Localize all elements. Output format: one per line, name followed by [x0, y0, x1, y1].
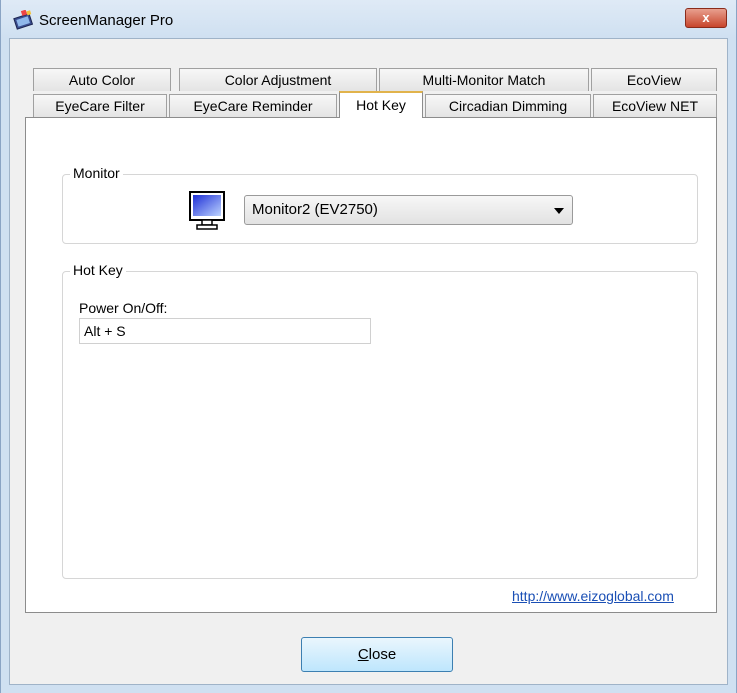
window-title: ScreenManager Pro	[39, 12, 174, 29]
app-window: ScreenManager Pro x Auto Color Color Adj…	[0, 0, 737, 693]
tab-ecoview[interactable]: EcoView	[591, 68, 717, 91]
tab-circadian-dimming[interactable]: Circadian Dimming	[425, 94, 591, 117]
hot-key-tab-panel: Monitor Monitor2 (EV2750) Hot Key Power …	[25, 117, 717, 613]
monitor-select[interactable]: Monitor2 (EV2750)	[244, 195, 573, 225]
close-icon: x	[702, 10, 710, 25]
power-on-off-label: Power On/Off:	[79, 300, 168, 316]
close-button-accelerator: C	[357, 646, 369, 663]
tab-auto-color[interactable]: Auto Color	[33, 68, 171, 91]
close-button[interactable]: Close	[301, 637, 453, 672]
power-on-off-hotkey-field[interactable]: Alt + S	[79, 318, 371, 344]
monitor-group: Monitor Monitor2 (EV2750)	[62, 165, 698, 244]
eizo-website-link[interactable]: http://www.eizoglobal.com	[512, 588, 674, 604]
close-button-label: lose	[368, 646, 397, 663]
window-close-button[interactable]: x	[685, 8, 727, 28]
hot-key-group: Hot Key Power On/Off: Alt + S	[62, 262, 698, 579]
tab-color-adjustment[interactable]: Color Adjustment	[179, 68, 377, 91]
hot-key-group-label: Hot Key	[70, 262, 126, 278]
tab-hot-key[interactable]: Hot Key	[339, 91, 423, 118]
monitor-select-value: Monitor2 (EV2750)	[252, 201, 378, 218]
title-bar[interactable]: ScreenManager Pro x	[1, 0, 736, 38]
monitor-group-label: Monitor	[70, 165, 123, 181]
tab-eyecare-filter[interactable]: EyeCare Filter	[33, 94, 167, 117]
tab-multi-monitor-match[interactable]: Multi-Monitor Match	[379, 68, 589, 91]
app-icon	[13, 10, 34, 30]
monitor-icon	[189, 191, 225, 230]
chevron-down-icon	[554, 208, 564, 214]
tab-eyecare-reminder[interactable]: EyeCare Reminder	[169, 94, 337, 117]
tab-ecoview-net[interactable]: EcoView NET	[593, 94, 717, 117]
